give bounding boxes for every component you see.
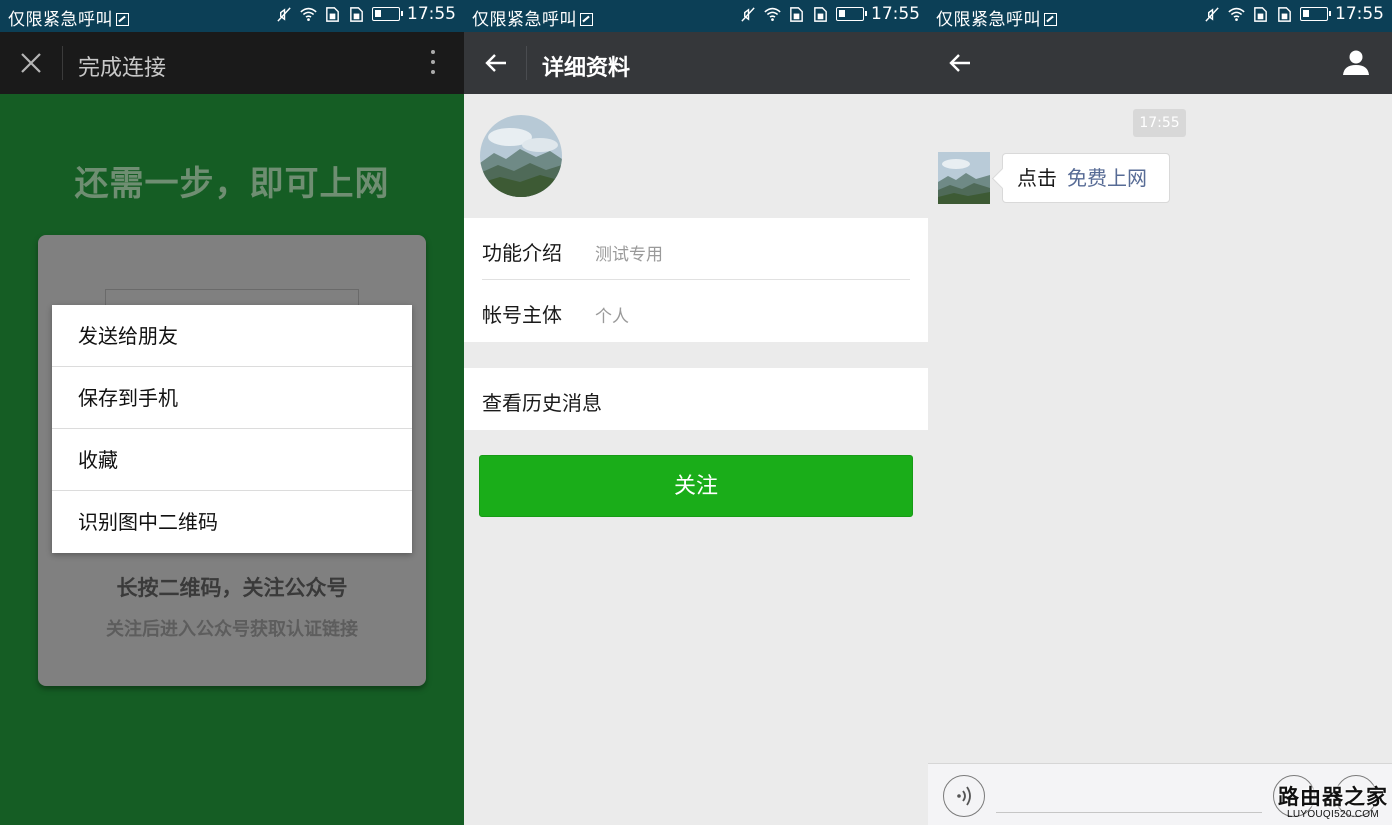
carrier-text: 仅限紧急呼叫 [8,5,129,30]
panel-chat: 仅限紧急呼叫 17:55 17:55 点击 免费上网 路由器之家 LUYOUQI… [928,0,1392,825]
menu-item-favorite[interactable]: 收藏 [52,429,412,491]
connection-page: 还需一步，即可上网 长按二维码，关注公众号 关注后进入公众号获取认证链接 发送给… [0,94,464,825]
mountain-landscape-image [938,152,990,204]
qr-subcaption: 关注后进入公众号获取认证链接 [106,619,358,640]
row-label: 帐号主体 [482,303,562,327]
carrier-label: 仅限紧急呼叫 [936,10,1041,30]
mute-icon [741,6,755,22]
site-watermark: 路由器之家 LUYOUQI520.COM [1278,781,1388,820]
status-bar: 仅限紧急呼叫 17:55 [464,0,928,32]
back-arrow-icon[interactable] [484,52,508,74]
carrier-label: 仅限紧急呼叫 [8,10,113,30]
menu-item-scan-qr[interactable]: 识别图中二维码 [52,491,412,553]
panel-profile-details: 仅限紧急呼叫 17:55 详细资料 功能介绍 测试专用 帐号主体 个人 查看历史… [464,0,928,825]
wifi-icon [764,7,781,21]
chat-input-bar: 路由器之家 LUYOUQI520.COM [928,763,1392,825]
app-bar: 完成连接 [0,32,464,94]
clock: 17:55 [1335,4,1384,24]
voice-icon [957,786,971,806]
watermark-url: LUYOUQI520.COM [1286,809,1379,820]
sim-icon-2 [350,6,363,22]
menu-item-send-to-friend[interactable]: 发送给朋友 [52,305,412,367]
row-label: 功能介绍 [482,241,562,265]
divider [526,46,527,80]
battery-icon [1300,7,1331,21]
free-internet-link[interactable]: 免费上网 [1067,166,1147,190]
sim-icon-2 [814,6,827,22]
avatar[interactable] [480,115,562,197]
mountain-landscape-image [480,115,562,197]
headline: 还需一步，即可上网 [74,164,390,204]
sim-icon-2 [1278,6,1291,22]
profile-page: 功能介绍 测试专用 帐号主体 个人 查看历史消息 关注 [464,94,928,825]
wifi-icon [1228,7,1245,21]
menu-item-save-to-phone[interactable]: 保存到手机 [52,367,412,429]
app-bar: 详细资料 [464,32,928,94]
status-icons: 17:55 [1204,4,1384,24]
image-notification-icon [580,13,593,26]
follow-button[interactable]: 关注 [479,455,913,517]
battery-icon [372,7,403,21]
view-history-label: 查看历史消息 [482,391,602,415]
image-notification-icon [1044,13,1057,26]
carrier-label: 仅限紧急呼叫 [472,10,577,30]
row-value: 测试专用 [595,245,663,265]
sim-icon [1254,6,1267,22]
message-input[interactable] [996,812,1262,813]
qr-caption: 长按二维码，关注公众号 [116,576,348,600]
status-icons: 17:55 [276,4,456,24]
context-menu: 发送给朋友 保存到手机 收藏 识别图中二维码 [52,305,412,553]
message-text: 点击 [1017,166,1057,190]
voice-button[interactable] [943,775,985,817]
sender-avatar[interactable] [938,152,990,204]
battery-icon [836,7,867,21]
sim-icon [326,6,339,22]
carrier-text: 仅限紧急呼叫 [472,5,593,30]
app-bar [928,32,1392,94]
watermark-title: 路由器之家 [1278,785,1388,809]
clock: 17:55 [871,4,920,24]
row-value: 个人 [595,307,629,327]
status-bar: 仅限紧急呼叫 17:55 [928,0,1392,32]
info-section: 功能介绍 测试专用 帐号主体 个人 [464,218,928,342]
carrier-text: 仅限紧急呼叫 [936,5,1057,30]
message-timestamp: 17:55 [1133,109,1186,137]
info-row-account-owner: 帐号主体 个人 [482,280,910,342]
image-notification-icon [116,13,129,26]
info-row-description: 功能介绍 测试专用 [482,218,910,280]
clock: 17:55 [407,4,456,24]
wifi-icon [300,7,317,21]
back-arrow-icon[interactable] [948,52,972,74]
mute-icon [277,6,291,22]
page-title: 详细资料 [542,56,631,81]
view-history-row[interactable]: 查看历史消息 [464,368,928,430]
close-icon[interactable] [20,52,42,74]
divider [62,46,63,80]
chat-area: 17:55 点击 免费上网 路由器之家 LUYOUQI520.COM [928,94,1392,825]
sim-icon [790,6,803,22]
status-bar: 仅限紧急呼叫 17:55 [0,0,464,32]
user-icon[interactable] [1342,48,1370,76]
more-icon[interactable] [430,50,436,78]
message-bubble: 点击 免费上网 [1002,153,1170,203]
page-title: 完成连接 [78,56,167,81]
panel-complete-connection: 仅限紧急呼叫 17:55 完成连接 还需一步，即可上网 长按二维码，关注公众号 … [0,0,464,825]
mute-icon [1205,6,1219,22]
status-icons: 17:55 [740,4,920,24]
